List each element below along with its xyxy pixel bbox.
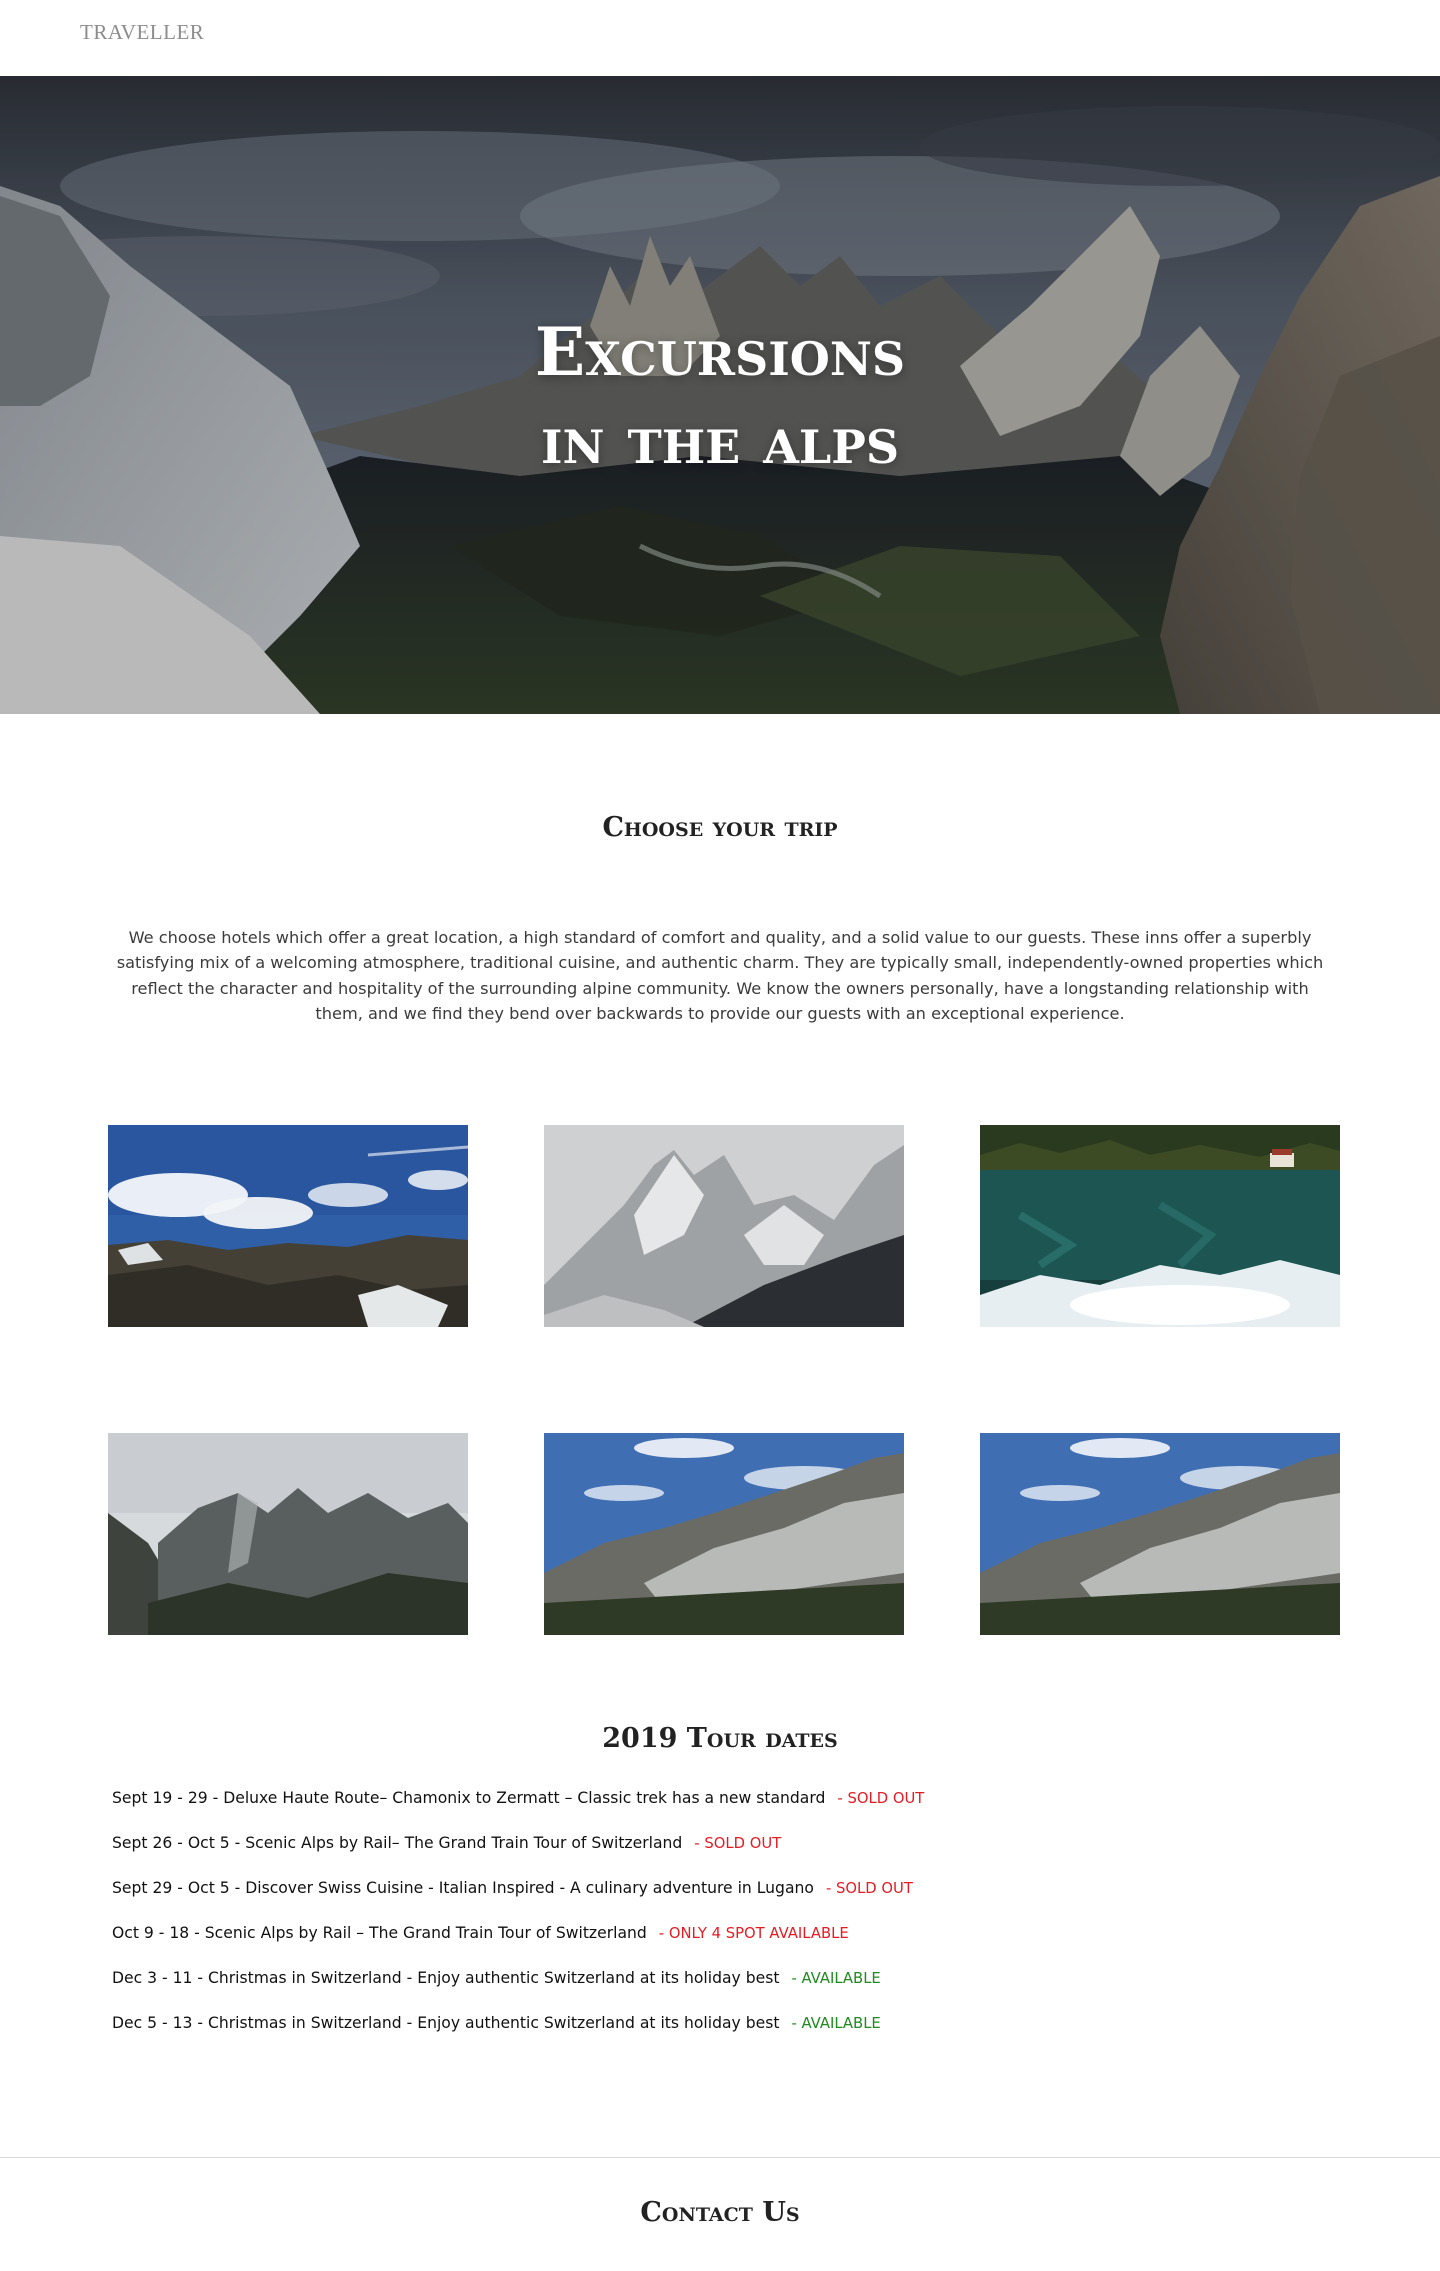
tour-status-badge: - AVAILABLE [791,2015,881,2032]
hero-title-line-1: Excursions [534,313,906,391]
tour-item: Dec 5 - 13 - Christmas in Switzerland - … [112,2011,1312,2056]
hero-title: Excursions in the alps [0,308,1440,484]
tour-item: Sept 29 - Oct 5 - Discover Swiss Cuisine… [112,1876,1312,1921]
tour-dates-list: Sept 19 - 29 - Deluxe Haute Route– Chamo… [112,1786,1312,2056]
tour-description: Dec 3 - 11 - Christmas in Switzerland - … [112,1969,780,1987]
brand-logo[interactable]: TRAVELLER [80,20,204,45]
footer-divider [0,2157,1440,2158]
tour-item: Dec 3 - 11 - Christmas in Switzerland - … [112,1966,1312,2011]
tour-description: Sept 19 - 29 - Deluxe Haute Route– Chamo… [112,1789,826,1807]
photo-alpine-lake[interactable] [980,1125,1340,1327]
photo-snowy-peaks[interactable] [544,1125,904,1327]
photo-grey-mountains[interactable] [108,1433,468,1635]
hero-banner: Excursions in the alps [0,76,1440,714]
tour-item: Sept 26 - Oct 5 - Scenic Alps by Rail– T… [112,1831,1312,1876]
tour-status-badge: - SOLD OUT [694,1835,782,1852]
tour-status-badge: - SOLD OUT [837,1790,925,1807]
choose-trip-heading: Choose your trip [602,812,838,843]
tour-description: Dec 5 - 13 - Christmas in Switzerland - … [112,2014,780,2032]
photo-dolomites-1[interactable] [544,1433,904,1635]
tour-description: Sept 29 - Oct 5 - Discover Swiss Cuisine… [112,1879,814,1897]
contact-heading: Contact Us [640,2197,800,2228]
photo-blue-sky-ridge[interactable] [108,1125,468,1327]
tour-description: Oct 9 - 18 - Scenic Alps by Rail – The G… [112,1924,647,1942]
tour-status-badge: - SOLD OUT [825,1880,913,1897]
tour-item: Sept 19 - 29 - Deluxe Haute Route– Chamo… [112,1786,1312,1831]
top-navbar: TRAVELLER [0,0,1440,76]
intro-paragraph: We choose hotels which offer a great loc… [116,928,1324,1023]
tour-status-badge: - AVAILABLE [791,1970,881,1987]
tour-description: Sept 26 - Oct 5 - Scenic Alps by Rail– T… [112,1834,683,1852]
photo-dolomites-2[interactable] [980,1433,1340,1635]
tour-item: Oct 9 - 18 - Scenic Alps by Rail – The G… [112,1921,1312,1966]
hero-title-line-2: in the alps [540,401,900,479]
tour-dates-heading: 2019 Tour dates [602,1723,838,1754]
tour-status-badge: - ONLY 4 SPOT AVAILABLE [658,1925,849,1942]
